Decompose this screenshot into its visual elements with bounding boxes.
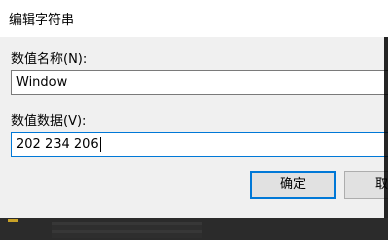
value-name-text: Window [16,75,68,90]
edit-string-dialog: 编辑字符串 数值名称(N): Window 数值数据(V): 202 234 2… [0,0,388,218]
dialog-titlebar[interactable]: 编辑字符串 [0,0,388,37]
value-data-field[interactable]: 202 234 206 [11,132,388,157]
ok-button[interactable]: 确定 [250,171,336,199]
value-name-label: 数值名称(N): [11,52,88,67]
window-edge [384,37,388,218]
value-data-text: 202 234 206 [16,137,99,152]
background-folder-icon [8,219,18,222]
cancel-button[interactable]: 取 [344,171,388,199]
value-name-field[interactable]: Window [11,70,388,95]
value-data-label: 数值数据(V): [11,114,87,129]
background-list-rows [52,222,202,238]
text-caret [99,137,101,152]
dialog-title: 编辑字符串 [9,13,75,28]
value-data-input-content: 202 234 206 [16,137,101,152]
